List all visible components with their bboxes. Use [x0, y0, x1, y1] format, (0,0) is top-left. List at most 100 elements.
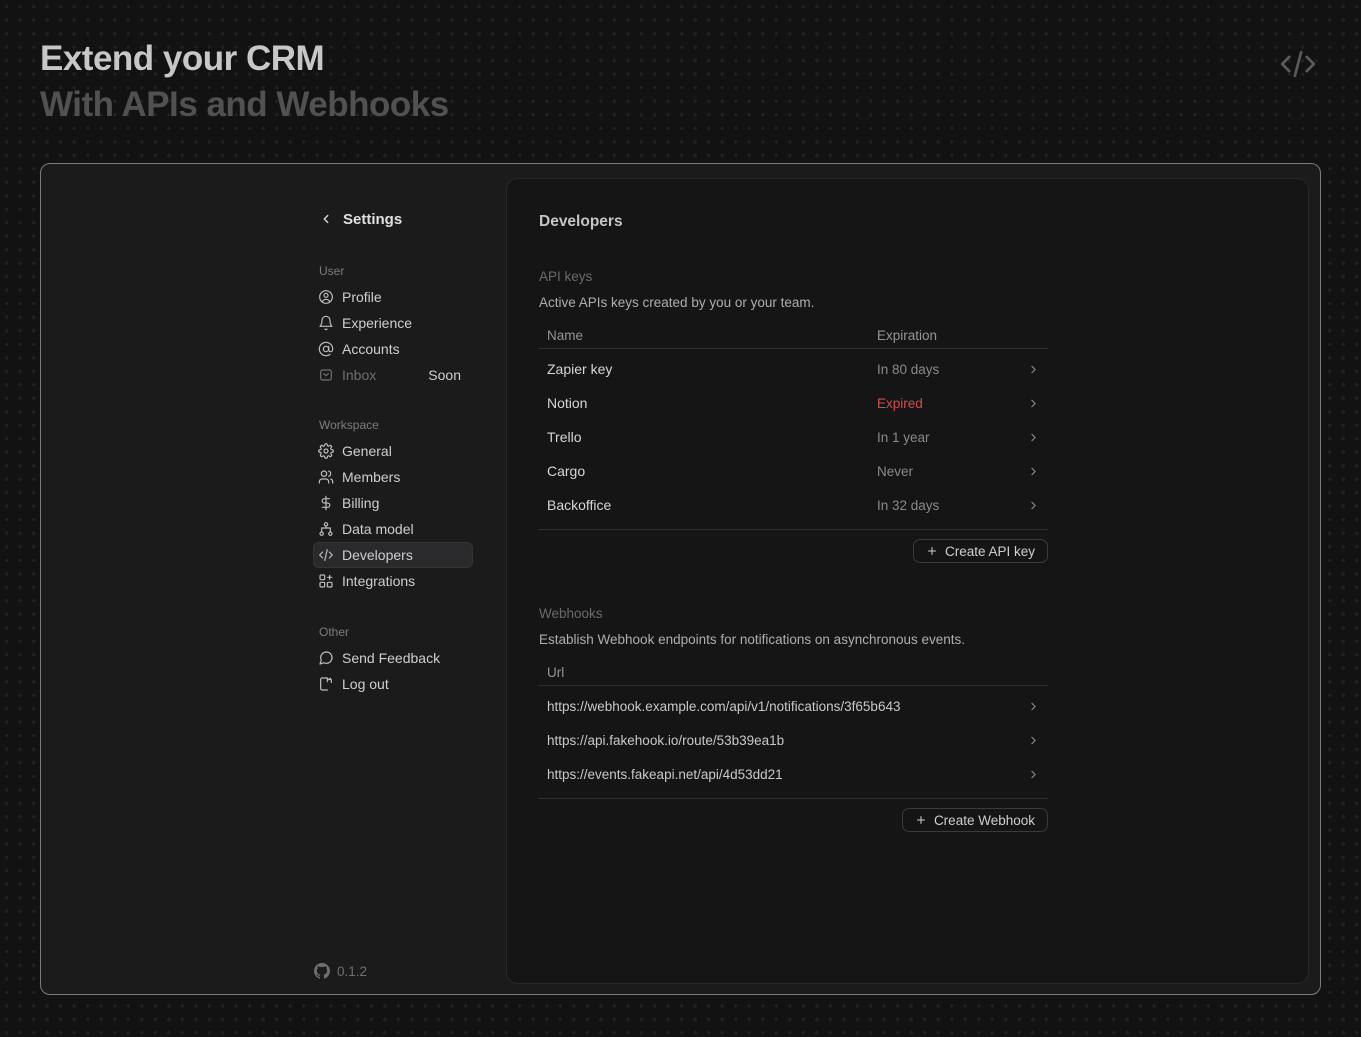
create-webhook-button[interactable]: Create Webhook — [902, 808, 1048, 832]
page-title-line1: Extend your CRM — [40, 36, 449, 82]
create-api-key-button[interactable]: Create API key — [913, 539, 1048, 563]
api-key-expiration: In 80 days — [877, 362, 1026, 377]
webhook-row[interactable]: https://api.fakehook.io/route/53b39ea1b — [539, 723, 1048, 757]
sidebar-section-user: User — [313, 258, 473, 284]
sidebar-item-label: Profile — [342, 289, 382, 305]
api-key-row[interactable]: Backoffice In 32 days — [539, 488, 1048, 522]
chevron-right-icon — [1026, 734, 1048, 747]
api-key-row[interactable]: Notion Expired — [539, 386, 1048, 420]
version-label: 0.1.2 — [337, 964, 367, 979]
column-header-expiration: Expiration — [877, 328, 1048, 343]
settings-sidebar: Settings User Profile Experience Account… — [313, 164, 473, 994]
settings-back-label: Settings — [343, 211, 402, 228]
developers-panel: Developers API keys Active APIs keys cre… — [506, 178, 1309, 984]
sidebar-item-send-feedback[interactable]: Send Feedback — [313, 645, 473, 671]
create-webhook-label: Create Webhook — [934, 813, 1035, 828]
sidebar-item-developers[interactable]: Developers — [313, 542, 473, 568]
integrations-icon — [318, 573, 334, 589]
webhooks-table-header: Url — [539, 668, 1048, 686]
sidebar-item-label: Send Feedback — [342, 650, 440, 666]
gear-icon — [318, 443, 334, 459]
api-keys-table-body: Zapier key In 80 days Notion Expired Tre… — [539, 349, 1048, 530]
create-api-key-label: Create API key — [945, 544, 1035, 559]
plus-icon — [926, 545, 938, 557]
column-header-name: Name — [539, 328, 877, 343]
api-keys-table-header: Name Expiration — [539, 331, 1048, 349]
inbox-icon — [318, 367, 334, 383]
sidebar-item-label: Developers — [342, 547, 413, 563]
sidebar-item-label: Accounts — [342, 341, 400, 357]
api-key-name: Notion — [539, 395, 877, 411]
sidebar-section-workspace: Workspace — [313, 412, 473, 438]
chat-bubble-icon — [318, 650, 334, 666]
sidebar-item-label: Billing — [342, 495, 379, 511]
webhook-url: https://webhook.example.com/api/v1/notif… — [539, 699, 1026, 714]
sidebar-item-label: Log out — [342, 676, 389, 692]
code-icon — [318, 547, 334, 563]
chevron-right-icon — [1026, 499, 1048, 512]
code-logo-icon — [1279, 45, 1317, 83]
app-version: 0.1.2 — [313, 958, 367, 984]
column-header-url: Url — [539, 665, 877, 680]
page-title-line2: With APIs and Webhooks — [40, 82, 449, 128]
webhook-row[interactable]: https://webhook.example.com/api/v1/notif… — [539, 689, 1048, 723]
api-key-expiration: Never — [877, 464, 1026, 479]
dollar-icon — [318, 495, 334, 511]
at-sign-icon — [318, 341, 334, 357]
chevron-right-icon — [1026, 363, 1048, 376]
api-key-row[interactable]: Cargo Never — [539, 454, 1048, 488]
api-keys-heading: API keys — [539, 268, 1308, 285]
api-key-expiration-expired: Expired — [877, 396, 1026, 411]
api-key-expiration: In 32 days — [877, 498, 1026, 513]
sidebar-item-log-out[interactable]: Log out — [313, 671, 473, 697]
chevron-right-icon — [1026, 465, 1048, 478]
webhooks-table: Url https://webhook.example.com/api/v1/n… — [539, 668, 1048, 832]
api-key-name: Cargo — [539, 463, 877, 479]
sidebar-item-profile[interactable]: Profile — [313, 284, 473, 310]
api-key-row[interactable]: Zapier key In 80 days — [539, 352, 1048, 386]
chevron-right-icon — [1026, 397, 1048, 410]
sidebar-item-accounts[interactable]: Accounts — [313, 336, 473, 362]
chevron-right-icon — [1026, 700, 1048, 713]
hierarchy-icon — [318, 521, 334, 537]
sidebar-item-label: Members — [342, 469, 400, 485]
api-keys-table: Name Expiration Zapier key In 80 days No… — [539, 331, 1048, 563]
api-key-expiration: In 1 year — [877, 430, 1026, 445]
sidebar-item-inbox: Inbox Soon — [313, 362, 473, 388]
sidebar-item-data-model[interactable]: Data model — [313, 516, 473, 542]
sidebar-item-general[interactable]: General — [313, 438, 473, 464]
chevron-right-icon — [1026, 431, 1048, 444]
settings-window: Settings User Profile Experience Account… — [40, 163, 1321, 995]
github-icon — [314, 963, 330, 979]
chevron-left-icon — [319, 212, 333, 226]
bell-icon — [318, 315, 334, 331]
sidebar-item-label: Inbox — [342, 367, 376, 383]
sidebar-item-integrations[interactable]: Integrations — [313, 568, 473, 594]
sidebar-item-label: Integrations — [342, 573, 415, 589]
webhooks-description: Establish Webhook endpoints for notifica… — [539, 631, 1308, 649]
sidebar-item-label: Experience — [342, 315, 412, 331]
chevron-right-icon — [1026, 768, 1048, 781]
sidebar-item-label: Data model — [342, 521, 414, 537]
sidebar-item-label: General — [342, 443, 392, 459]
page-header: Extend your CRM With APIs and Webhooks — [40, 36, 449, 128]
webhook-row[interactable]: https://events.fakeapi.net/api/4d53dd21 — [539, 757, 1048, 791]
api-key-name: Zapier key — [539, 361, 877, 377]
api-keys-description: Active APIs keys created by you or your … — [539, 294, 1308, 312]
sidebar-item-members[interactable]: Members — [313, 464, 473, 490]
user-circle-icon — [318, 289, 334, 305]
sidebar-item-billing[interactable]: Billing — [313, 490, 473, 516]
users-icon — [318, 469, 334, 485]
logout-icon — [318, 676, 334, 692]
api-key-name: Trello — [539, 429, 877, 445]
api-key-row[interactable]: Trello In 1 year — [539, 420, 1048, 454]
soon-badge: Soon — [428, 367, 461, 383]
webhook-url: https://api.fakehook.io/route/53b39ea1b — [539, 733, 1026, 748]
sidebar-item-experience[interactable]: Experience — [313, 310, 473, 336]
webhooks-table-body: https://webhook.example.com/api/v1/notif… — [539, 686, 1048, 799]
settings-back-button[interactable]: Settings — [313, 206, 473, 232]
webhook-url: https://events.fakeapi.net/api/4d53dd21 — [539, 767, 1026, 782]
plus-icon — [915, 814, 927, 826]
api-key-name: Backoffice — [539, 497, 877, 513]
sidebar-section-other: Other — [313, 619, 473, 645]
